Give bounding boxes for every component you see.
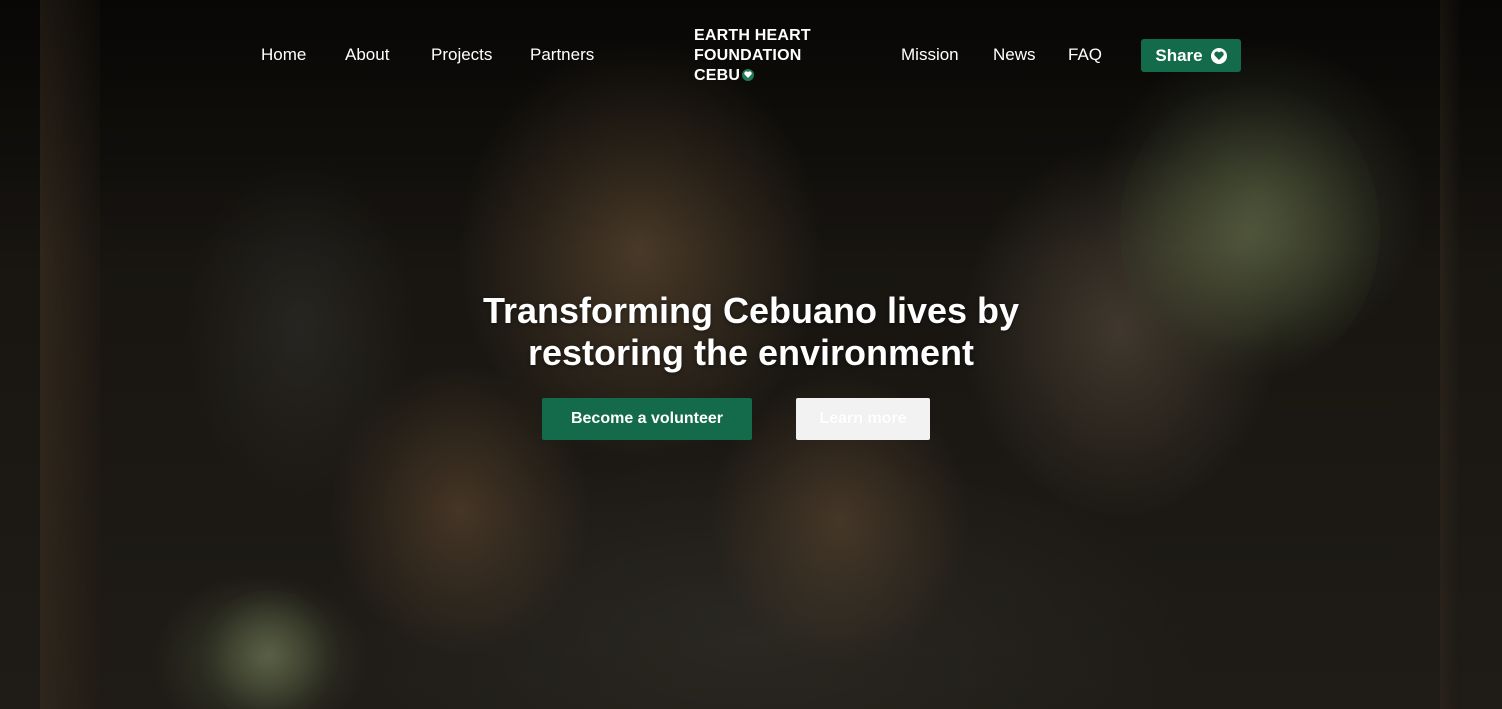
nav-link-mission[interactable]: Mission — [901, 45, 959, 65]
become-volunteer-button[interactable]: Become a volunteer — [542, 398, 752, 440]
nav-link-home[interactable]: Home — [261, 45, 306, 65]
logo-line-2: FOUNDATION — [694, 47, 802, 64]
main-navigation: Home About Projects Partners EARTH HEART… — [0, 0, 1502, 110]
hero-headline-line-1: Transforming Cebuano lives by — [482, 290, 1020, 331]
nav-link-partners[interactable]: Partners — [530, 45, 594, 65]
site-logo[interactable]: EARTH HEART FOUNDATION CEBU — [694, 26, 811, 86]
heart-icon — [742, 68, 755, 81]
logo-line-3: CEBU — [694, 67, 741, 84]
nav-link-news[interactable]: News — [993, 45, 1036, 65]
hero-headline-line-2: restoring the environment — [527, 332, 975, 373]
logo-line-1: EARTH HEART — [694, 27, 811, 44]
share-button[interactable]: Share — [1141, 39, 1241, 72]
learn-more-button[interactable]: Learn more — [796, 398, 930, 440]
hero-headline: Transforming Cebuano lives by restoring … — [451, 290, 1051, 374]
nav-link-faq[interactable]: FAQ — [1068, 45, 1102, 65]
nav-link-about[interactable]: About — [345, 45, 389, 65]
share-button-label: Share — [1155, 45, 1203, 65]
hero-section: Home About Projects Partners EARTH HEART… — [0, 0, 1502, 709]
heart-icon — [1210, 47, 1227, 64]
nav-link-projects[interactable]: Projects — [431, 45, 492, 65]
